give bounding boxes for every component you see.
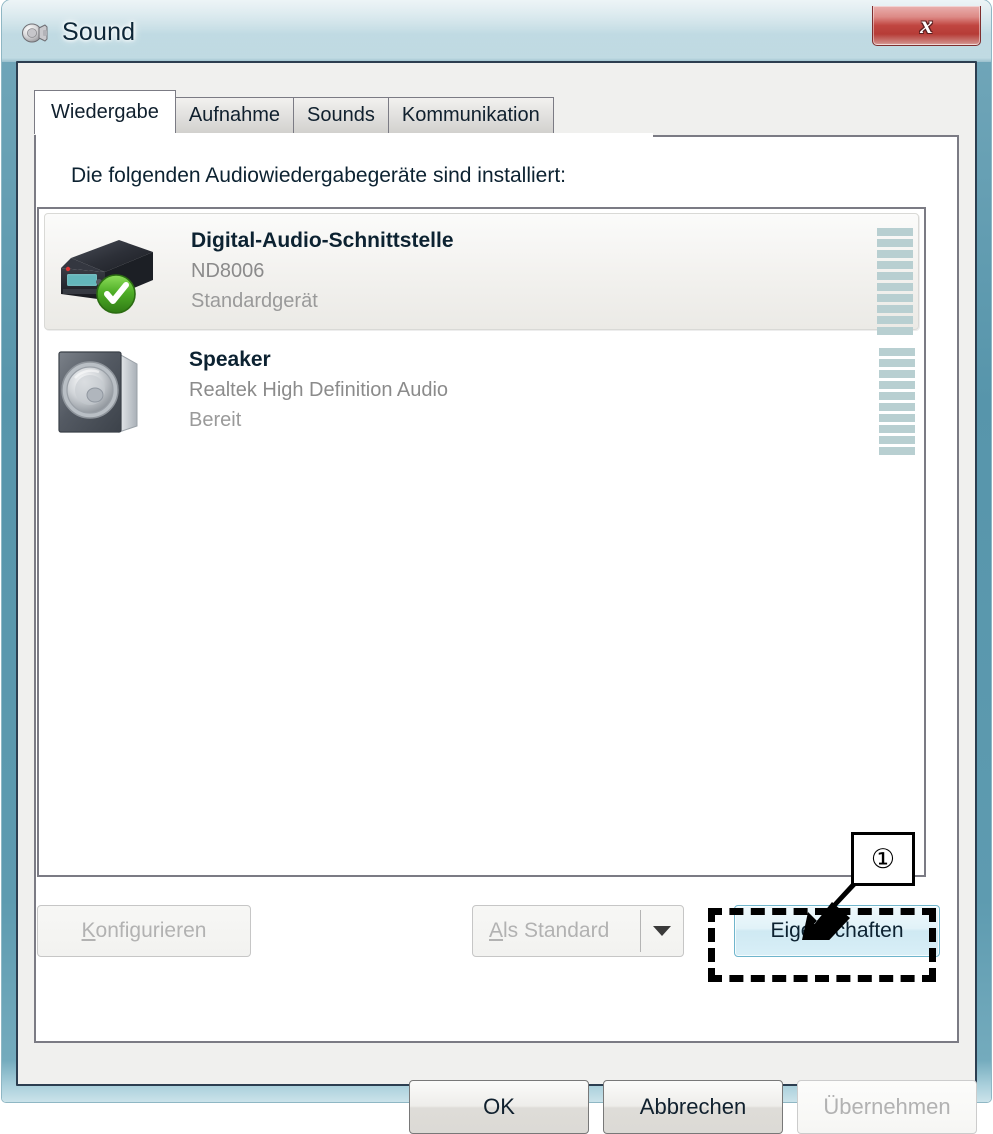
device-text-block: Digital-Audio-Schnittstelle ND8006 Stand…: [191, 226, 454, 316]
dialog-client-area: Wiedergabe Aufnahme Sounds Kommunikation…: [18, 63, 977, 1134]
sound-speaker-icon: [20, 18, 50, 48]
sound-dialog-window: Sound x Wiedergabe Aufnahme Sounds Kommu…: [0, 0, 993, 1134]
properties-button-label: Eigenschaften: [770, 919, 904, 942]
tab-kommunikation[interactable]: Kommunikation: [387, 97, 554, 133]
device-subtitle: Realtek High Definition Audio: [189, 379, 449, 401]
tab-label: Wiedergabe: [51, 101, 159, 123]
apply-button[interactable]: Übernehmen: [797, 1080, 977, 1134]
meter-segment: [879, 392, 915, 400]
close-button[interactable]: x: [872, 6, 981, 46]
title-bar[interactable]: Sound x: [0, 0, 993, 62]
meter-segment: [877, 250, 913, 258]
list-item[interactable]: Digital-Audio-Schnittstelle ND8006 Stand…: [44, 213, 919, 335]
ok-button[interactable]: OK: [409, 1080, 589, 1134]
list-item[interactable]: Speaker Realtek High Definition Audio Be…: [39, 330, 924, 455]
meter-segment: [879, 381, 915, 389]
meter-segment: [877, 239, 913, 247]
speaker-icon: [51, 344, 157, 436]
meter-segment: [879, 436, 915, 444]
volume-meter: [877, 228, 913, 335]
device-subtitle: ND8006: [191, 260, 265, 282]
digital-audio-device-icon: [53, 224, 159, 316]
tab-label: Kommunikation: [401, 104, 540, 126]
meter-segment: [879, 447, 915, 455]
device-text-block: Speaker Realtek High Definition Audio Be…: [189, 345, 448, 435]
meter-segment: [879, 359, 915, 367]
annotation-number-box: ①: [851, 832, 915, 886]
meter-segment: [877, 283, 913, 291]
meter-segment: [879, 414, 915, 422]
ok-button-label: OK: [483, 1094, 515, 1119]
meter-segment: [877, 261, 913, 269]
tab-strip: Wiedergabe Aufnahme Sounds Kommunikation: [34, 90, 554, 134]
annotation-number: ①: [870, 843, 896, 874]
set-default-button[interactable]: Als Standard: [472, 905, 684, 957]
set-default-button-label: Als Standard: [489, 919, 610, 942]
device-name: Digital-Audio-Schnittstelle: [191, 229, 454, 252]
meter-segment: [877, 228, 913, 236]
window-title: Sound: [62, 18, 136, 46]
configure-button-label: Konfigurieren: [81, 919, 207, 942]
tab-aufnahme[interactable]: Aufnahme: [174, 97, 295, 133]
meter-segment: [877, 272, 913, 280]
tab-label: Sounds: [307, 104, 375, 126]
cancel-button[interactable]: Abbrechen: [603, 1080, 783, 1134]
meter-segment: [879, 348, 915, 356]
device-status: Standardgerät: [191, 290, 318, 312]
tab-panel-wiedergabe: Die folgenden Audiowiedergabegeräte sind…: [34, 135, 959, 1043]
apply-button-label: Übernehmen: [823, 1094, 951, 1119]
close-icon: x: [920, 12, 933, 39]
meter-segment: [877, 305, 913, 313]
chevron-down-icon: [653, 926, 671, 936]
set-default-dropdown-toggle[interactable]: [640, 910, 683, 952]
meter-segment: [877, 294, 913, 302]
meter-segment: [877, 316, 913, 324]
tab-sounds[interactable]: Sounds: [293, 97, 389, 133]
meter-segment: [879, 403, 915, 411]
device-name: Speaker: [189, 348, 271, 371]
device-status: Bereit: [189, 409, 242, 431]
configure-button[interactable]: Konfigurieren: [37, 905, 251, 957]
panel-heading: Die folgenden Audiowiedergabegeräte sind…: [71, 164, 566, 187]
properties-button[interactable]: Eigenschaften: [734, 905, 940, 957]
tab-label: Aufnahme: [188, 104, 281, 126]
meter-segment: [879, 425, 915, 433]
cancel-button-label: Abbrechen: [639, 1094, 747, 1119]
meter-segment: [879, 370, 915, 378]
volume-meter: [879, 348, 915, 455]
device-list[interactable]: Digital-Audio-Schnittstelle ND8006 Stand…: [37, 207, 926, 877]
tab-panel-top-mask: [36, 133, 653, 137]
tab-wiedergabe[interactable]: Wiedergabe: [34, 90, 176, 134]
